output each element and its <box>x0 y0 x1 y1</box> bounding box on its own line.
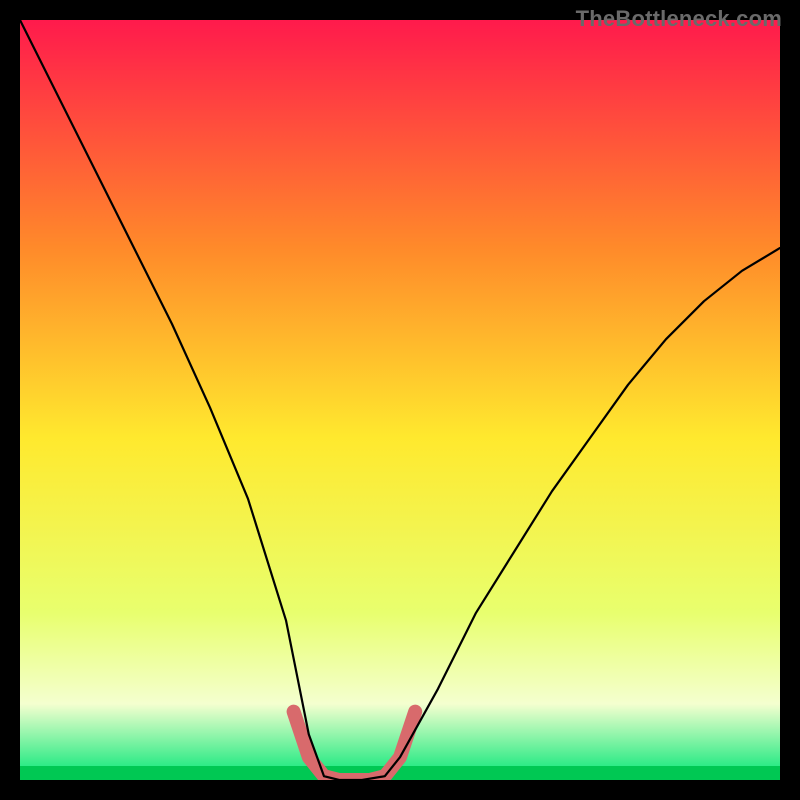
chart-frame: TheBottleneck.com <box>0 0 800 800</box>
chart-svg <box>20 20 780 780</box>
gradient-background <box>20 20 780 780</box>
watermark-text: TheBottleneck.com <box>576 6 782 32</box>
bottleneck-chart <box>20 20 780 780</box>
